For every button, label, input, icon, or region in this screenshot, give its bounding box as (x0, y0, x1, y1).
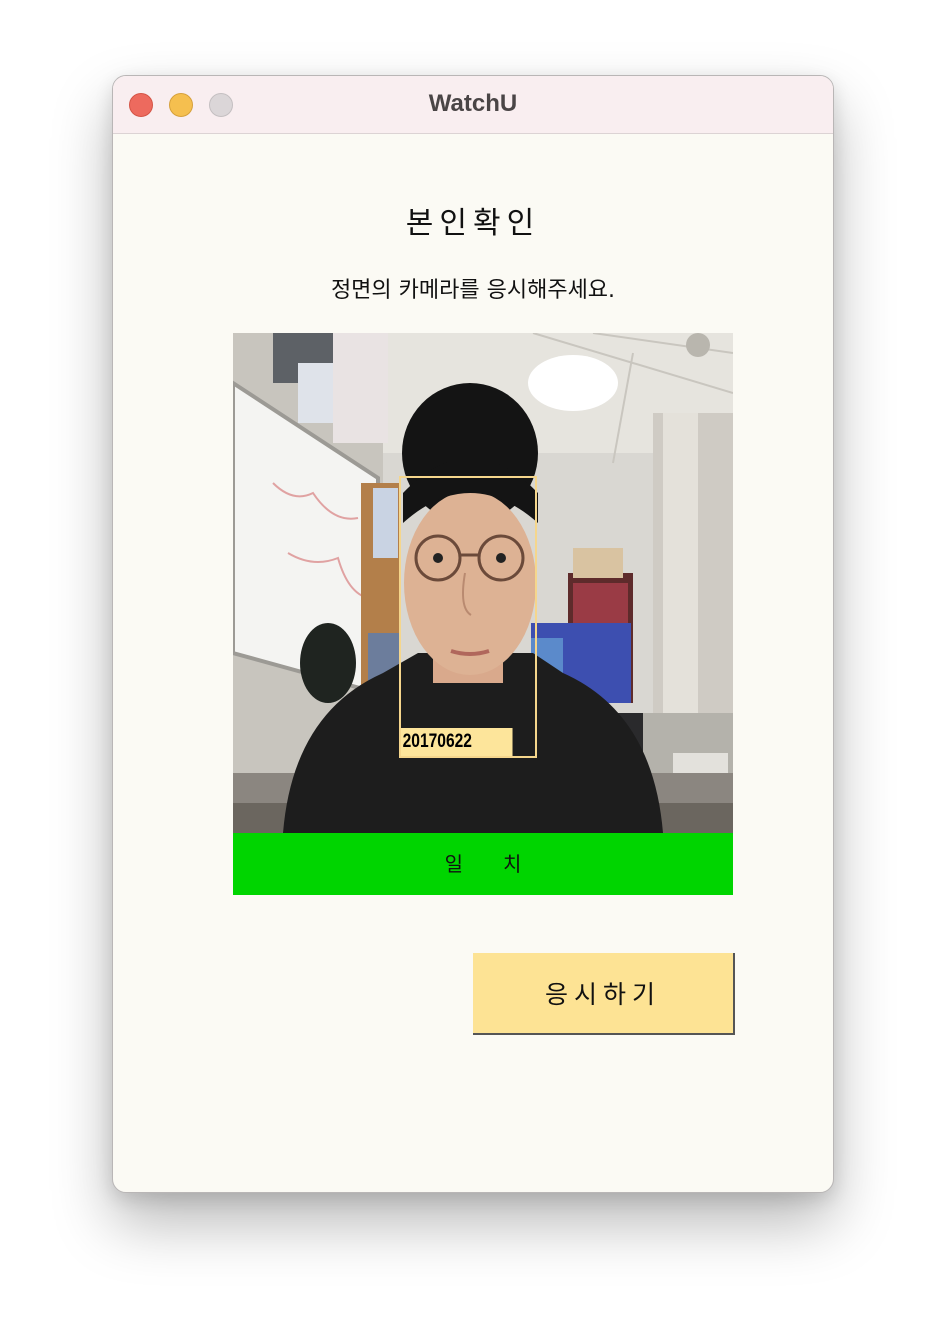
window-title: WatchU (428, 90, 518, 117)
detected-id-label: 20170622 (401, 728, 513, 756)
instruction-text: 정면의 카메라를 응시해주세요. (330, 278, 616, 303)
camera-feed: 20170622 (233, 333, 733, 833)
match-status-bar: 일치 (233, 833, 733, 895)
face-detection-box: 20170622 (399, 476, 537, 758)
page-heading: 본인확인 (405, 206, 541, 241)
start-exam-button[interactable]: 응시하기 (473, 953, 735, 1035)
app-window: WatchU 본인확인 정면의 카메라를 응시해주세요. 20170622 일치… (112, 75, 834, 1193)
title-bar[interactable]: WatchU (113, 76, 833, 134)
